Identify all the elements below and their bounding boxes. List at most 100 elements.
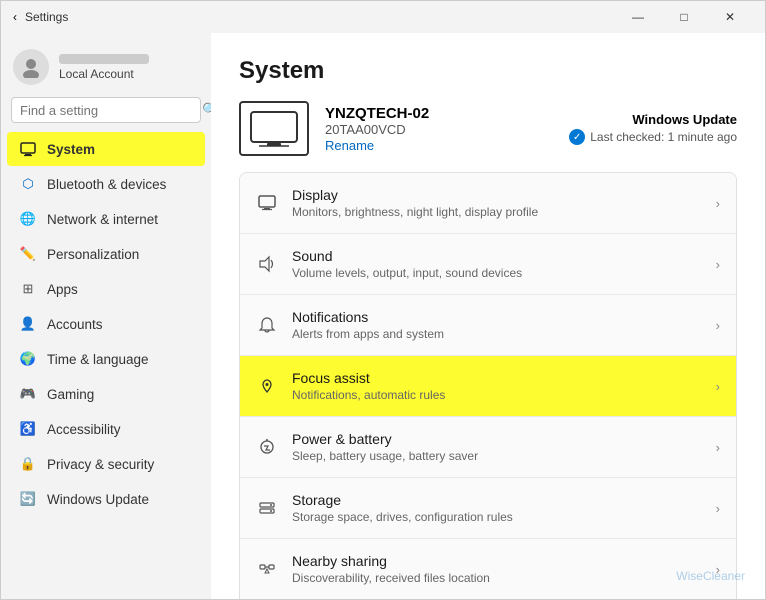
settings-item-focus[interactable]: Focus assist Notifications, automatic ru… <box>240 356 736 417</box>
sound-icon <box>256 253 278 275</box>
notifications-desc: Alerts from apps and system <box>292 327 702 341</box>
sound-chevron: › <box>716 257 720 272</box>
settings-item-display[interactable]: Display Monitors, brightness, night ligh… <box>240 173 736 234</box>
storage-title: Storage <box>292 492 702 508</box>
notifications-text: Notifications Alerts from apps and syste… <box>292 309 702 341</box>
focus-chevron: › <box>716 379 720 394</box>
sidebar-item-label-accessibility: Accessibility <box>47 422 121 437</box>
sidebar-item-label-bluetooth: Bluetooth & devices <box>47 177 166 192</box>
sidebar-item-accounts[interactable]: 👤 Accounts <box>7 307 205 341</box>
power-icon <box>256 436 278 458</box>
back-icon[interactable]: ‹ <box>13 10 17 24</box>
sound-text: Sound Volume levels, output, input, soun… <box>292 248 702 280</box>
focus-desc: Notifications, automatic rules <box>292 388 702 402</box>
rename-link[interactable]: Rename <box>325 138 374 153</box>
content-area: Local Account 🔍 S <box>1 33 765 599</box>
privacy-icon: 🔒 <box>19 455 37 473</box>
update-status-icon: ✓ <box>569 129 585 145</box>
search-input[interactable] <box>20 103 196 118</box>
windows-update-title: Windows Update <box>569 112 737 127</box>
sidebar-item-label-network: Network & internet <box>47 212 158 227</box>
settings-item-power[interactable]: Power & battery Sleep, battery usage, ba… <box>240 417 736 478</box>
settings-window: ‹ Settings — □ ✕ Local Account <box>0 0 766 600</box>
settings-item-notifications[interactable]: Notifications Alerts from apps and syste… <box>240 295 736 356</box>
settings-list: Display Monitors, brightness, night ligh… <box>239 172 737 599</box>
nearby-text: Nearby sharing Discoverability, received… <box>292 553 702 585</box>
avatar <box>13 49 49 85</box>
settings-item-sound[interactable]: Sound Volume levels, output, input, soun… <box>240 234 736 295</box>
settings-item-nearby[interactable]: Nearby sharing Discoverability, received… <box>240 539 736 599</box>
bluetooth-icon: ⬡ <box>19 175 37 193</box>
display-chevron: › <box>716 196 720 211</box>
focus-icon <box>256 375 278 397</box>
notifications-title: Notifications <box>292 309 702 325</box>
time-icon: 🌍 <box>19 350 37 368</box>
power-title: Power & battery <box>292 431 702 447</box>
sidebar-item-label-privacy: Privacy & security <box>47 457 154 472</box>
accessibility-icon: ♿ <box>19 420 37 438</box>
power-text: Power & battery Sleep, battery usage, ba… <box>292 431 702 463</box>
sidebar-item-label-gaming: Gaming <box>47 387 94 402</box>
display-text: Display Monitors, brightness, night ligh… <box>292 187 702 219</box>
device-info: YNZQTECH-02 20TAA00VCD Rename <box>239 101 429 156</box>
storage-icon <box>256 497 278 519</box>
close-button[interactable]: ✕ <box>707 1 753 33</box>
search-icon: 🔍 <box>202 102 211 118</box>
user-name-bar <box>59 54 149 64</box>
sidebar: Local Account 🔍 S <box>1 33 211 599</box>
personalization-icon: ✏️ <box>19 245 37 263</box>
accounts-icon: 👤 <box>19 315 37 333</box>
focus-text: Focus assist Notifications, automatic ru… <box>292 370 702 402</box>
power-desc: Sleep, battery usage, battery saver <box>292 449 702 463</box>
sidebar-item-personalization[interactable]: ✏️ Personalization <box>7 237 205 271</box>
windows-update-card: Windows Update ✓ Last checked: 1 minute … <box>569 112 737 145</box>
notifications-chevron: › <box>716 318 720 333</box>
sidebar-item-label-personalization: Personalization <box>47 247 139 262</box>
title-bar: ‹ Settings — □ ✕ <box>1 1 765 33</box>
search-box[interactable]: 🔍 <box>11 97 201 123</box>
display-title: Display <box>292 187 702 203</box>
sidebar-item-privacy[interactable]: 🔒 Privacy & security <box>7 447 205 481</box>
sidebar-item-gaming[interactable]: 🎮 Gaming <box>7 377 205 411</box>
storage-desc: Storage space, drives, configuration rul… <box>292 510 702 524</box>
apps-icon: ⊞ <box>19 280 37 298</box>
sidebar-item-network[interactable]: 🌐 Network & internet <box>7 202 205 236</box>
nearby-desc: Discoverability, received files location <box>292 571 702 585</box>
nearby-title: Nearby sharing <box>292 553 702 569</box>
page-title: System <box>239 57 737 85</box>
title-bar-left: ‹ Settings <box>13 10 68 24</box>
device-model: 20TAA00VCD <box>325 122 429 137</box>
storage-chevron: › <box>716 501 720 516</box>
sidebar-item-system[interactable]: System <box>7 132 205 166</box>
main-content: System YNZQTECH-02 20TAA00VCD Rename <box>211 33 765 599</box>
sidebar-item-apps[interactable]: ⊞ Apps <box>7 272 205 306</box>
device-icon <box>239 101 309 156</box>
sidebar-item-time[interactable]: 🌍 Time & language <box>7 342 205 376</box>
gaming-icon: 🎮 <box>19 385 37 403</box>
sidebar-item-bluetooth[interactable]: ⬡ Bluetooth & devices <box>7 167 205 201</box>
title-bar-controls: — □ ✕ <box>615 1 753 33</box>
update-icon: 🔄 <box>19 490 37 508</box>
network-icon: 🌐 <box>19 210 37 228</box>
minimize-button[interactable]: — <box>615 1 661 33</box>
storage-text: Storage Storage space, drives, configura… <box>292 492 702 524</box>
device-name: YNZQTECH-02 <box>325 105 429 122</box>
settings-item-storage[interactable]: Storage Storage space, drives, configura… <box>240 478 736 539</box>
sidebar-item-label-system: System <box>47 142 95 157</box>
sidebar-item-update[interactable]: 🔄 Windows Update <box>7 482 205 516</box>
device-card: YNZQTECH-02 20TAA00VCD Rename Windows Up… <box>239 101 737 156</box>
display-desc: Monitors, brightness, night light, displ… <box>292 205 702 219</box>
display-icon <box>256 192 278 214</box>
window-title: Settings <box>25 10 68 24</box>
sidebar-item-accessibility[interactable]: ♿ Accessibility <box>7 412 205 446</box>
sound-title: Sound <box>292 248 702 264</box>
system-icon <box>19 140 37 158</box>
user-info: Local Account <box>59 54 149 81</box>
sidebar-item-label-apps: Apps <box>47 282 78 297</box>
sidebar-item-label-time: Time & language <box>47 352 149 367</box>
windows-update-status: ✓ Last checked: 1 minute ago <box>569 129 737 145</box>
notifications-icon <box>256 314 278 336</box>
user-section: Local Account <box>1 41 211 97</box>
maximize-button[interactable]: □ <box>661 1 707 33</box>
watermark: WiseCleaner <box>676 569 745 583</box>
